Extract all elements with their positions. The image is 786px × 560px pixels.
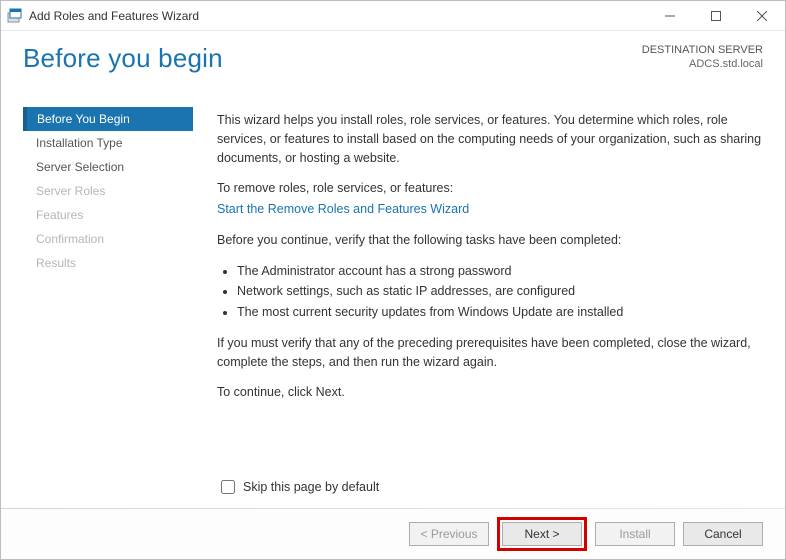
skip-page-label: Skip this page by default [243, 480, 379, 494]
continue-note: To continue, click Next. [217, 383, 763, 402]
install-button: Install [595, 522, 675, 546]
list-item: The most current security updates from W… [237, 303, 763, 322]
sidebar-item-confirmation: Confirmation [23, 227, 193, 251]
skip-page-checkbox[interactable] [221, 480, 235, 494]
sidebar-item-installation-type[interactable]: Installation Type [23, 131, 193, 155]
remove-roles-link[interactable]: Start the Remove Roles and Features Wiza… [217, 202, 469, 216]
skip-page-row[interactable]: Skip this page by default [217, 477, 379, 497]
sidebar-item-before-you-begin[interactable]: Before You Begin [23, 107, 193, 131]
sidebar-item-results: Results [23, 251, 193, 275]
page-title: Before you begin [23, 43, 223, 74]
next-highlight: Next > [497, 517, 587, 551]
destination-server: ADCS.std.local [642, 57, 763, 71]
titlebar: Add Roles and Features Wizard [1, 1, 785, 31]
previous-button: < Previous [409, 522, 489, 546]
window-controls [647, 1, 785, 30]
intro-text: This wizard helps you install roles, rol… [217, 111, 763, 167]
close-button[interactable] [739, 1, 785, 31]
cancel-button[interactable]: Cancel [683, 522, 763, 546]
remove-label: To remove roles, role services, or featu… [217, 179, 763, 198]
list-item: The Administrator account has a strong p… [237, 262, 763, 281]
sidebar: Before You BeginInstallation TypeServer … [23, 97, 193, 497]
sidebar-item-server-roles: Server Roles [23, 179, 193, 203]
maximize-button[interactable] [693, 1, 739, 31]
verify-note: If you must verify that any of the prece… [217, 334, 763, 372]
verify-label: Before you continue, verify that the fol… [217, 231, 763, 250]
destination-label: DESTINATION SERVER [642, 43, 763, 57]
wizard-icon [7, 8, 23, 24]
footer: < Previous Next > Install Cancel [1, 509, 785, 559]
content-area: This wizard helps you install roles, rol… [193, 97, 763, 497]
minimize-button[interactable] [647, 1, 693, 31]
next-button[interactable]: Next > [502, 522, 582, 546]
sidebar-item-features: Features [23, 203, 193, 227]
header: Before you begin DESTINATION SERVER ADCS… [1, 31, 785, 97]
destination-server-info: DESTINATION SERVER ADCS.std.local [642, 43, 763, 72]
window-title: Add Roles and Features Wizard [29, 9, 647, 23]
list-item: Network settings, such as static IP addr… [237, 282, 763, 301]
prerequisite-list: The Administrator account has a strong p… [217, 262, 763, 322]
sidebar-item-server-selection[interactable]: Server Selection [23, 155, 193, 179]
